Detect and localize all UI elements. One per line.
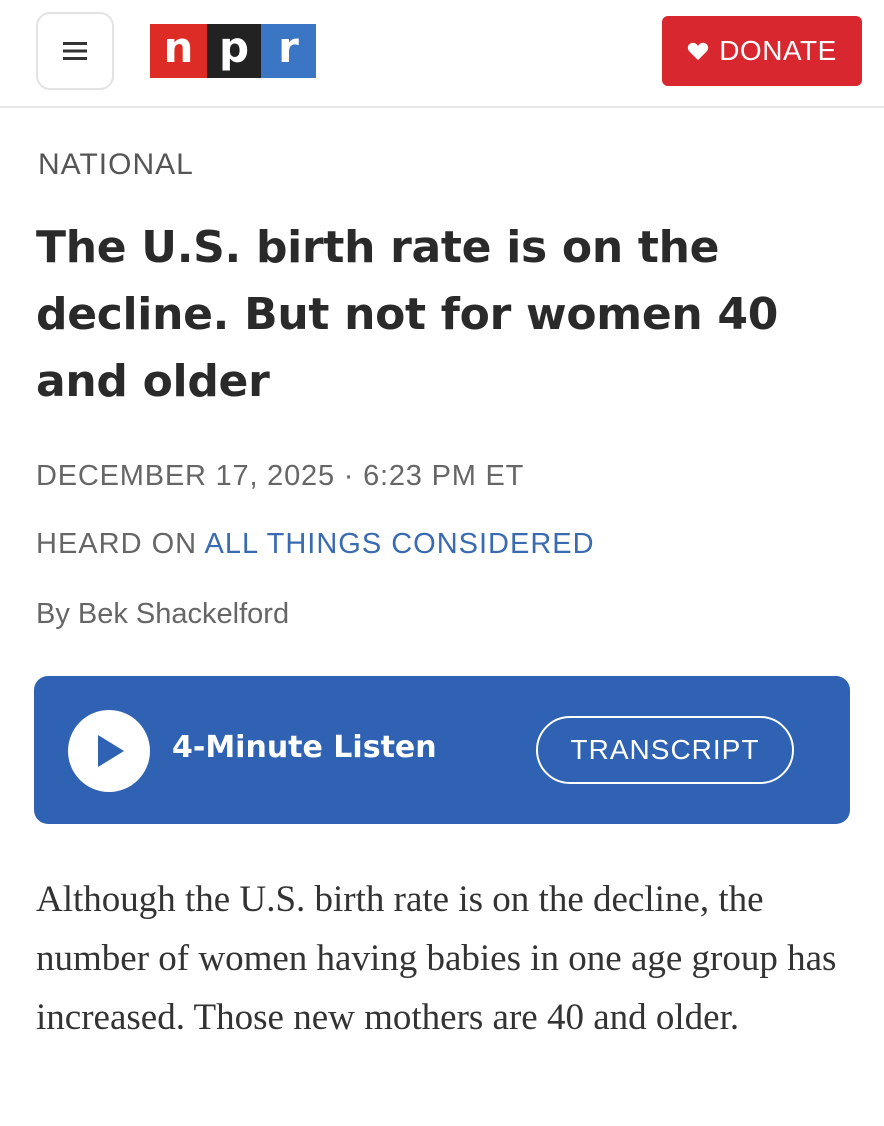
article-body: Although the U.S. birth rate is on the d… (36, 879, 837, 1038)
article-dateline: DECEMBER 17, 2025 · 6:23 PM ET (36, 460, 525, 492)
heart-icon (688, 42, 709, 61)
npr-logo[interactable]: n p r (150, 24, 316, 78)
logo-letter-n: n (150, 24, 207, 78)
logo-letter-r: r (261, 24, 316, 78)
article-headline: The U.S. birth rate is on the decline. B… (36, 222, 779, 407)
donate-button[interactable]: DONATE (662, 16, 862, 86)
transcript-button[interactable]: TRANSCRIPT (536, 716, 794, 784)
logo-letter-p: p (207, 24, 261, 78)
donate-label: DONATE (719, 35, 837, 66)
program-link[interactable]: ALL THINGS CONSIDERED (205, 528, 595, 560)
article-byline: By Bek Shackelford (36, 598, 290, 630)
listen-duration-label[interactable]: 4-Minute Listen (172, 730, 437, 765)
play-icon (98, 735, 124, 767)
hamburger-menu-icon (63, 42, 87, 60)
menu-button[interactable] (36, 12, 114, 90)
play-button[interactable] (68, 710, 150, 792)
heard-on-prefix: HEARD ON (36, 528, 198, 560)
heard-on-line: HEARD ON ALL THINGS CONSIDERED (36, 528, 595, 561)
audio-player: 4-Minute Listen TRANSCRIPT (34, 676, 850, 824)
site-header: n p r DONATE (0, 0, 884, 108)
section-label[interactable]: NATIONAL (38, 148, 194, 182)
